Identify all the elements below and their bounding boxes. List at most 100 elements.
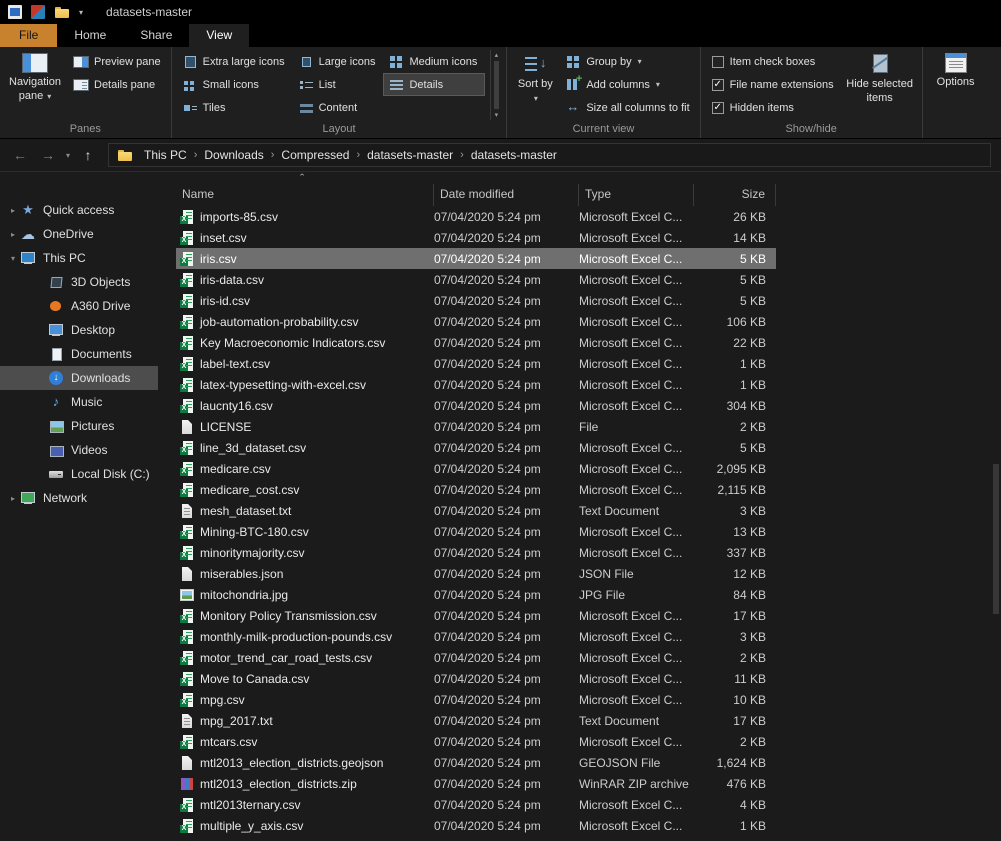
sidebar-item-pictures[interactable]: Pictures bbox=[0, 414, 158, 438]
file-row-monthly-milk-production-pounds-csv[interactable]: monthly-milk-production-pounds.csv 07/04/… bbox=[176, 626, 776, 647]
add-columns-button[interactable]: Add columns ▾ bbox=[561, 73, 694, 96]
file-row-key-macroeconomic-indicators-csv[interactable]: Key Macroeconomic Indicators.csv 07/04/20… bbox=[176, 332, 776, 353]
column-header-name[interactable]: Name bbox=[176, 184, 434, 206]
layout-option-tiles[interactable]: Tiles bbox=[177, 96, 293, 119]
hide-selected-items-button[interactable]: Hide selected items bbox=[843, 50, 917, 122]
size-cell: 1 KB bbox=[739, 356, 766, 371]
layout-option-small-icons[interactable]: Small icons bbox=[177, 73, 293, 96]
file-row-iris-id-csv[interactable]: iris-id.csv 07/04/2020 5:24 pm Microsoft E… bbox=[176, 290, 776, 311]
sidebar-item-3d-objects[interactable]: 3D Objects bbox=[0, 270, 158, 294]
breadcrumb-segment-this-pc[interactable]: This PC bbox=[137, 147, 194, 163]
recent-locations-dropdown-icon[interactable]: ▾ bbox=[66, 151, 70, 160]
tab-home[interactable]: Home bbox=[57, 24, 123, 47]
file-row-multiple-y-axis-csv[interactable]: multiple_y_axis.csv 07/04/2020 5:24 pm Mic… bbox=[176, 815, 776, 836]
quick-access-toolbar-icon[interactable] bbox=[31, 5, 45, 19]
tree-chevron-icon[interactable]: ▸ bbox=[6, 206, 20, 215]
sidebar-item-downloads[interactable]: Downloads bbox=[0, 366, 158, 390]
sidebar-item-network[interactable]: ▸ Network bbox=[0, 486, 158, 510]
sidebar-item-desktop[interactable]: Desktop bbox=[0, 318, 158, 342]
column-header-type[interactable]: Type bbox=[579, 184, 694, 206]
file-row-iris-csv[interactable]: iris.csv 07/04/2020 5:24 pm Microsoft Exce… bbox=[176, 248, 776, 269]
scrollbar-thumb[interactable] bbox=[493, 61, 499, 109]
options-button[interactable]: Options bbox=[928, 50, 984, 122]
ribbon-tab-bar: File Home Share View bbox=[0, 24, 1001, 47]
scroll-up-icon[interactable]: ▴ bbox=[495, 51, 499, 59]
size-all-columns-button[interactable]: Size all columns to fit bbox=[561, 96, 694, 119]
layout-option-details[interactable]: Details bbox=[383, 73, 486, 96]
file-row-mining-btc-180-csv[interactable]: Mining-BTC-180.csv 07/04/2020 5:24 pm Micr… bbox=[176, 521, 776, 542]
file-row-mtl2013-election-districts-zip[interactable]: mtl2013_election_districts.zip 07/04/2020… bbox=[176, 773, 776, 794]
sidebar-item-documents[interactable]: Documents bbox=[0, 342, 158, 366]
file-row-latex-typesetting-with-excel-csv[interactable]: latex-typesetting-with-excel.csv 07/04/20… bbox=[176, 374, 776, 395]
file-row-mpg-csv[interactable]: mpg.csv 07/04/2020 5:24 pm Microsoft Excel… bbox=[176, 689, 776, 710]
tab-share[interactable]: Share bbox=[123, 24, 189, 47]
file-row-medicare-cost-csv[interactable]: medicare_cost.csv 07/04/2020 5:24 pm Micro… bbox=[176, 479, 776, 500]
file-row-monitory-policy-transmission-csv[interactable]: Monitory Policy Transmission.csv 07/04/20… bbox=[176, 605, 776, 626]
file-row-mtl2013-election-districts-geojson[interactable]: mtl2013_election_districts.geojson 07/04/… bbox=[176, 752, 776, 773]
file-row-move-to-canada-csv[interactable]: Move to Canada.csv 07/04/2020 5:24 pm Micr… bbox=[176, 668, 776, 689]
file-row-inset-csv[interactable]: inset.csv 07/04/2020 5:24 pm Microsoft Exc… bbox=[176, 227, 776, 248]
up-button[interactable]: ↑ bbox=[78, 147, 98, 163]
file-row-mpg-2017-txt[interactable]: mpg_2017.txt 07/04/2020 5:24 pm Text Docum… bbox=[176, 710, 776, 731]
breadcrumb-segment-datasets-master[interactable]: datasets-master bbox=[464, 147, 564, 163]
main-area: ▸ Quick access ▸ OneDrive ▾ This PC 3D Objects… bbox=[0, 172, 1001, 841]
file-row-line-3d-dataset-csv[interactable]: line_3d_dataset.csv 07/04/2020 5:24 pm Mic… bbox=[176, 437, 776, 458]
layout-option-large-icons[interactable]: Large icons bbox=[293, 50, 384, 73]
file-row-label-text-csv[interactable]: label-text.csv 07/04/2020 5:24 pm Microsof… bbox=[176, 353, 776, 374]
sidebar-item-onedrive[interactable]: ▸ OneDrive bbox=[0, 222, 158, 246]
file-row-mtcars-csv[interactable]: mtcars.csv 07/04/2020 5:24 pm Microsoft Ex… bbox=[176, 731, 776, 752]
file-row-job-automation-probability-csv[interactable]: job-automation-probability.csv 07/04/2020… bbox=[176, 311, 776, 332]
file-row-imports-85-csv[interactable]: imports-85.csv 07/04/2020 5:24 pm Microsof… bbox=[176, 206, 776, 227]
sidebar-item-label: Local Disk (C:) bbox=[71, 467, 150, 481]
tab-file[interactable]: File bbox=[0, 24, 58, 47]
file-name: medicare_cost.csv bbox=[200, 482, 300, 497]
checkbox-file-name-extensions[interactable]: ✓ File name extensions bbox=[706, 73, 840, 96]
scroll-down-icon[interactable]: ▾ bbox=[495, 111, 499, 119]
preview-pane-button[interactable]: Preview pane bbox=[68, 50, 166, 73]
file-row-mtl2013ternary-csv[interactable]: mtl2013ternary.csv 07/04/2020 5:24 pm Micr… bbox=[176, 794, 776, 815]
file-row-motor-trend-car-road-tests-csv[interactable]: motor_trend_car_road_tests.csv 07/04/2020… bbox=[176, 647, 776, 668]
forward-button[interactable]: → bbox=[38, 147, 58, 163]
sort-by-button[interactable]: Sort by ▾ bbox=[512, 50, 558, 122]
breadcrumb-segment-downloads[interactable]: Downloads bbox=[197, 147, 270, 163]
sort-direction-icon[interactable]: ˆ bbox=[300, 172, 304, 186]
file-row-medicare-csv[interactable]: medicare.csv 07/04/2020 5:24 pm Microsoft … bbox=[176, 458, 776, 479]
checkbox-hidden-items[interactable]: ✓ Hidden items bbox=[706, 96, 840, 119]
checkbox-item-check-boxes[interactable]: Item check boxes bbox=[706, 50, 840, 73]
scrollbar-thumb[interactable] bbox=[993, 464, 999, 614]
address-box[interactable]: This PC › Downloads › Compressed › datasets-ma… bbox=[108, 143, 991, 167]
file-row-miserables-json[interactable]: miserables.json 07/04/2020 5:24 pm JSON Fi… bbox=[176, 563, 776, 584]
sidebar-item-quick-access[interactable]: ▸ Quick access bbox=[0, 198, 158, 222]
navigation-pane-button[interactable]: Navigation pane ▾ bbox=[5, 50, 65, 122]
column-header-size[interactable]: Size bbox=[694, 184, 776, 206]
qat-dropdown-icon[interactable]: ▾ bbox=[79, 8, 83, 17]
column-header-date-modified[interactable]: Date modified bbox=[434, 184, 579, 206]
file-row-minoritymajority-csv[interactable]: minoritymajority.csv 07/04/2020 5:24 pm Mi… bbox=[176, 542, 776, 563]
sidebar-item-local-disk-c[interactable]: Local Disk (C:) bbox=[0, 462, 158, 486]
sidebar-item-music[interactable]: Music bbox=[0, 390, 158, 414]
breadcrumb-segment-compressed[interactable]: Compressed bbox=[274, 147, 356, 163]
sidebar-item-this-pc[interactable]: ▾ This PC bbox=[0, 246, 158, 270]
file-row-laucnty16-csv[interactable]: laucnty16.csv 07/04/2020 5:24 pm Microsoft… bbox=[176, 395, 776, 416]
group-by-button[interactable]: Group by ▾ bbox=[561, 50, 694, 73]
layout-option-content[interactable]: Content bbox=[293, 96, 384, 119]
file-row-mesh-dataset-txt[interactable]: mesh_dataset.txt 07/04/2020 5:24 pm Text D… bbox=[176, 500, 776, 521]
file-row-mitochondria-jpg[interactable]: mitochondria.jpg 07/04/2020 5:24 pm JPG Fi… bbox=[176, 584, 776, 605]
layout-option-extra-large-icons[interactable]: Extra large icons bbox=[177, 50, 293, 73]
file-row-iris-data-csv[interactable]: iris-data.csv 07/04/2020 5:24 pm Microsoft… bbox=[176, 269, 776, 290]
sidebar-item-a360-drive[interactable]: A360 Drive bbox=[0, 294, 158, 318]
layout-option-medium-icons[interactable]: Medium icons bbox=[383, 50, 485, 73]
breadcrumb-segment-datasets-master[interactable]: datasets-master bbox=[360, 147, 460, 163]
scrollbar[interactable] bbox=[992, 184, 1000, 837]
tree-chevron-icon[interactable]: ▾ bbox=[6, 254, 20, 263]
back-button[interactable]: ← bbox=[10, 147, 30, 163]
layout-option-list[interactable]: List bbox=[293, 73, 384, 96]
ribbon-group-layout: Extra large icons Small icons Tiles Large i… bbox=[172, 47, 508, 138]
file-row-license[interactable]: LICENSE 07/04/2020 5:24 pm File 2 KB bbox=[176, 416, 776, 437]
tab-view[interactable]: View bbox=[189, 24, 250, 47]
tree-chevron-icon[interactable]: ▸ bbox=[6, 494, 20, 503]
layout-scrollbar[interactable]: ▴ ▾ bbox=[490, 50, 501, 120]
sidebar-item-videos[interactable]: Videos bbox=[0, 438, 158, 462]
details-pane-button[interactable]: Details pane bbox=[68, 73, 166, 96]
tree-chevron-icon[interactable]: ▸ bbox=[6, 230, 20, 239]
